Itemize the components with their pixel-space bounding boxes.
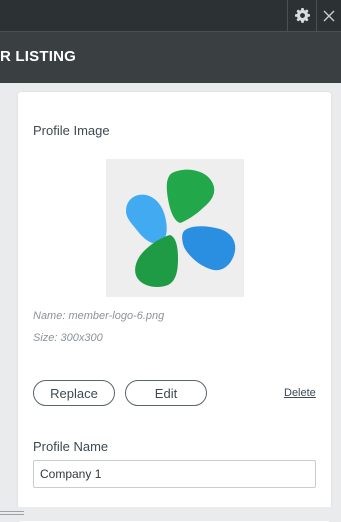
image-name-text: Name: member-logo-6.png — [33, 310, 165, 322]
image-size-text: Size: 300x300 — [33, 332, 103, 344]
edit-button[interactable]: Edit — [125, 380, 207, 406]
profile-image-label: Profile Image — [33, 123, 110, 138]
close-icon — [323, 10, 335, 21]
profile-card: Profile Image Name: member-logo-6.png Si… — [18, 92, 331, 522]
delete-link[interactable]: Delete — [284, 387, 316, 399]
settings-button[interactable] — [288, 0, 316, 31]
gear-icon — [294, 8, 310, 23]
replace-button[interactable]: Replace — [33, 380, 115, 406]
resize-grip-icon[interactable] — [0, 511, 24, 517]
bottom-strip — [0, 507, 341, 521]
profile-name-label: Profile Name — [33, 439, 109, 454]
top-toolbar — [0, 0, 341, 31]
profile-image-preview — [106, 159, 244, 297]
page-header: R LISTING — [0, 31, 341, 83]
close-button[interactable] — [317, 0, 341, 31]
page-title: R LISTING — [0, 48, 76, 65]
clover-logo-icon — [126, 169, 236, 287]
profile-name-input[interactable] — [33, 460, 316, 488]
